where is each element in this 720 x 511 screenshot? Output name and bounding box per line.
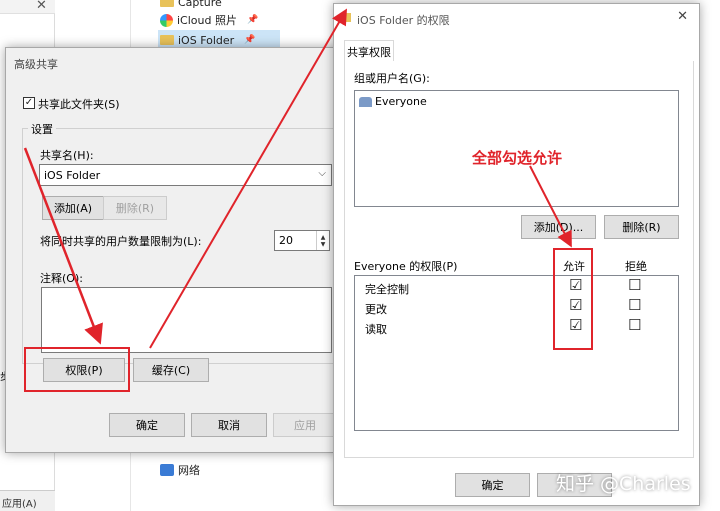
arrow-to-permissions <box>23 147 103 345</box>
arrow-to-permissions-dialog <box>149 8 348 349</box>
arrow-to-allow-column <box>529 165 572 248</box>
annotation-arrows <box>23 8 572 349</box>
watermark: 知乎 @Charles <box>556 473 691 495</box>
